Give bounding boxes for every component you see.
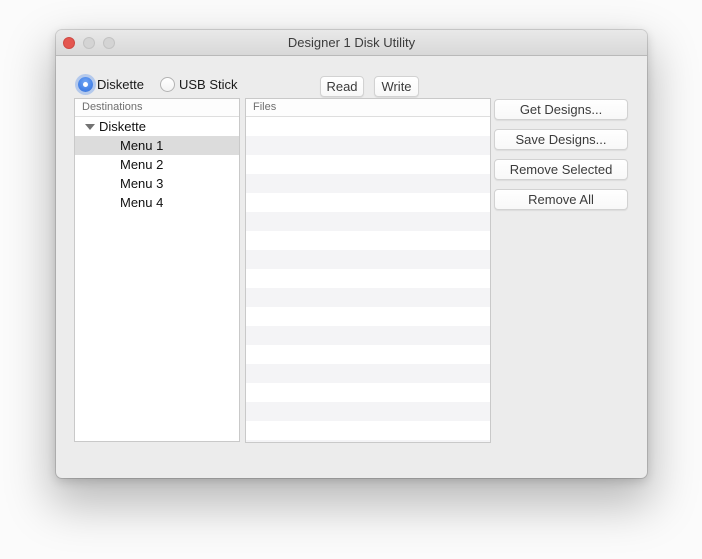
tree-item-menu-4[interactable]: Menu 4 — [75, 193, 239, 212]
window-title: Designer 1 Disk Utility — [56, 30, 647, 56]
tree-item-label: Diskette — [99, 119, 146, 134]
tree-item-label: Menu 1 — [120, 138, 163, 153]
tree-item-label: Menu 4 — [120, 195, 163, 210]
tree-item-menu-3[interactable]: Menu 3 — [75, 174, 239, 193]
destinations-header: Destinations — [75, 99, 239, 117]
radio-diskette-label: Diskette — [97, 77, 144, 92]
get-designs-button[interactable]: Get Designs... — [494, 99, 628, 120]
tree-item-menu-2[interactable]: Menu 2 — [75, 155, 239, 174]
tree-item-menu-1[interactable]: Menu 1 — [75, 136, 239, 155]
disclosure-triangle-icon[interactable] — [85, 124, 95, 130]
minimize-button — [83, 37, 95, 49]
disk-utility-window: Designer 1 Disk Utility Diskette USB Sti… — [56, 30, 647, 478]
files-panel: Files — [245, 98, 491, 443]
zoom-button — [103, 37, 115, 49]
tree-item-diskette[interactable]: Diskette — [75, 117, 239, 136]
radio-diskette[interactable]: Diskette — [78, 75, 144, 93]
remove-all-button[interactable]: Remove All — [494, 189, 628, 210]
write-button[interactable]: Write — [374, 76, 419, 97]
remove-selected-button[interactable]: Remove Selected — [494, 159, 628, 180]
destinations-panel: Destinations Diskette Menu 1 Menu 2 Menu… — [74, 98, 240, 442]
desktop: { "window": { "title": "Designer 1 Disk … — [0, 0, 702, 559]
close-button[interactable] — [63, 37, 75, 49]
save-designs-button[interactable]: Save Designs... — [494, 129, 628, 150]
radio-usb-stick-label: USB Stick — [179, 77, 238, 92]
tree-item-label: Menu 2 — [120, 157, 163, 172]
radio-usb-stick[interactable]: USB Stick — [160, 75, 238, 93]
tree-item-label: Menu 3 — [120, 176, 163, 191]
radio-selected-icon[interactable] — [78, 77, 93, 92]
files-header: Files — [246, 99, 490, 117]
titlebar[interactable]: Designer 1 Disk Utility — [56, 30, 647, 56]
read-button[interactable]: Read — [320, 76, 364, 97]
destinations-tree[interactable]: Diskette Menu 1 Menu 2 Menu 3 Menu 4 — [75, 117, 239, 441]
files-list[interactable] — [246, 117, 490, 442]
radio-unselected-icon[interactable] — [160, 77, 175, 92]
